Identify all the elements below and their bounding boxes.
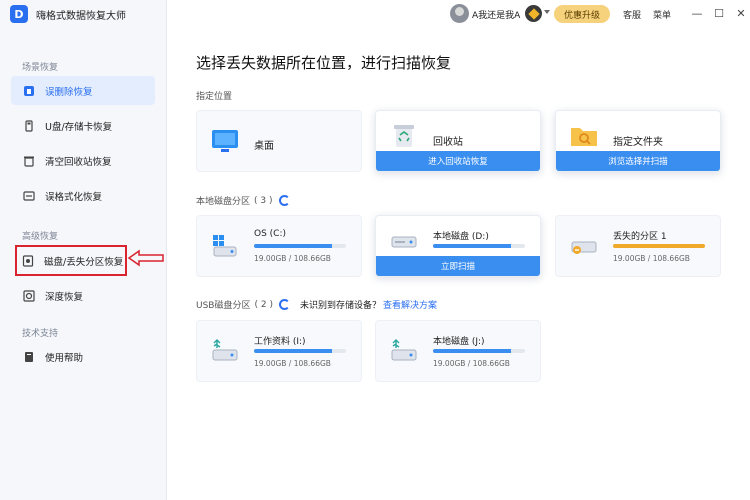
deep-scan-icon <box>23 289 35 302</box>
sidebar-item-partition-recovery[interactable]: 磁盘/丢失分区恢复 <box>15 245 127 276</box>
section-label-locations: 指定位置 <box>196 89 232 102</box>
disk-name: OS (C:) <box>254 229 286 239</box>
disk-usage-fill <box>254 244 333 248</box>
sidebar-item-label: 误格式化恢复 <box>45 191 103 203</box>
format-disk-icon <box>23 190 35 201</box>
location-card-desktop[interactable]: 桌面 <box>196 110 362 172</box>
disk-usage-fill <box>433 349 512 353</box>
minimize-button[interactable]: — <box>689 5 705 21</box>
disk-size: 19.00GB / 108.66GB <box>613 254 690 263</box>
lost-partition-icon <box>571 241 597 254</box>
disk-card-d[interactable]: 本地磁盘 (D:) 立即扫描 <box>375 215 541 277</box>
service-link[interactable]: 客服 <box>623 8 641 21</box>
group-label-advanced: 高级恢复 <box>22 232 59 242</box>
disk-usage-fill <box>254 349 333 353</box>
app-header: D 嗨格式数据恢复大师 <box>10 5 126 23</box>
section-label-local-disks: 本地磁盘分区 ( 3 ) <box>196 194 290 207</box>
sidebar-item-deep-recovery[interactable]: 深度恢复 <box>11 281 155 310</box>
solution-link[interactable]: 查看解决方案 <box>383 298 437 311</box>
help-book-icon <box>25 351 33 362</box>
app-logo: D <box>10 5 28 23</box>
hard-disk-icon <box>391 236 417 248</box>
section-label-text: USB磁盘分区 <box>196 301 251 311</box>
section-label-usb-disks: USB磁盘分区 ( 2 ) 未识别到存储设备？ 查看解决方案 <box>196 298 437 311</box>
sidebar-item-label: 误删除恢复 <box>45 86 93 98</box>
upgrade-button[interactable]: 优惠升级 <box>554 5 610 23</box>
user-name[interactable]: A我还是我A <box>472 8 520 21</box>
disk-name: 工作资料 (I:) <box>254 337 306 347</box>
refresh-icon[interactable] <box>278 299 290 310</box>
desktop-icon <box>212 130 238 152</box>
page-title: 选择丢失数据所在位置，进行扫描恢复 <box>196 54 452 72</box>
menu-link[interactable]: 菜单 <box>653 8 671 21</box>
sidebar-item-label: 清空回收站恢复 <box>45 156 112 168</box>
disk-name: 本地磁盘 (J:) <box>433 337 485 347</box>
disk-size: 19.00GB / 108.66GB <box>433 359 510 368</box>
location-card-recycle-bin[interactable]: 回收站 进入回收站恢复 <box>375 110 541 172</box>
folder-search-icon <box>571 128 597 146</box>
disk-card-j[interactable]: 本地磁盘 (J:) 19.00GB / 108.66GB <box>375 320 541 382</box>
refresh-icon[interactable] <box>278 195 290 206</box>
sidebar-item-label: 深度恢复 <box>45 291 84 303</box>
disk-usage-bar <box>254 349 346 353</box>
location-card-folder[interactable]: 指定文件夹 浏览选择并扫描 <box>555 110 721 172</box>
avatar[interactable] <box>450 4 469 23</box>
recycle-bin-icon <box>24 156 34 167</box>
disk-usage-bar <box>433 244 525 248</box>
close-button[interactable]: ✕ <box>733 5 749 21</box>
group-label-scene: 场景恢复 <box>22 63 59 73</box>
location-name: 指定文件夹 <box>613 137 663 148</box>
section-count: ( 3 ) <box>254 195 273 206</box>
group-label-support: 技术支持 <box>22 329 59 339</box>
recycle-bin-icon <box>394 125 414 147</box>
maximize-button[interactable]: ☐ <box>711 5 727 21</box>
disk-card-lost-partition[interactable]: 丢失的分区 1 19.00GB / 108.66GB <box>555 215 721 277</box>
sidebar-item-label: 使用帮助 <box>45 352 84 364</box>
sidebar-item-deleted-recovery[interactable]: 误删除恢复 <box>11 76 155 105</box>
chevron-down-icon[interactable] <box>544 10 550 14</box>
disk-card-i[interactable]: 工作资料 (I:) 19.00GB / 108.66GB <box>196 320 362 382</box>
trash-recover-icon <box>24 85 34 96</box>
sidebar-item-label: 磁盘/丢失分区恢复 <box>44 256 124 268</box>
section-label-text: 指定位置 <box>196 92 233 102</box>
sidebar-item-recycle-recovery[interactable]: 清空回收站恢复 <box>11 146 155 175</box>
browse-folder-button[interactable]: 浏览选择并扫描 <box>556 151 720 171</box>
disk-usage-bar <box>254 244 346 248</box>
disk-usage-bar <box>433 349 525 353</box>
disk-name: 丢失的分区 1 <box>613 232 667 242</box>
usb-disk-icon <box>212 339 238 361</box>
usb-drive-icon <box>25 119 33 132</box>
red-arrow-annotation <box>127 249 164 267</box>
windows-disk-icon <box>213 235 237 257</box>
disk-usage-fill <box>613 244 705 248</box>
usb-hint-text: 未识别到存储设备？ <box>299 301 381 311</box>
disk-usage-bar <box>613 244 705 248</box>
sidebar-item-usb-recovery[interactable]: U盘/存储卡恢复 <box>11 111 155 140</box>
location-name: 回收站 <box>433 137 463 148</box>
app-title: 嗨格式数据恢复大师 <box>36 10 126 22</box>
sidebar-item-label: U盘/存储卡恢复 <box>45 121 113 133</box>
vip-badge-icon[interactable] <box>525 5 542 22</box>
enter-recycle-bin-button[interactable]: 进入回收站恢复 <box>376 151 540 171</box>
disk-card-c[interactable]: OS (C:) 19.00GB / 108.66GB <box>196 215 362 277</box>
disk-usage-fill <box>433 244 512 248</box>
section-count: ( 2 ) <box>254 299 273 310</box>
usb-disk-icon <box>391 339 417 361</box>
disk-partition-icon <box>22 254 34 267</box>
disk-size: 19.00GB / 108.66GB <box>254 254 331 263</box>
topbar: A我还是我A 优惠升级 客服 菜单 — ☐ ✕ <box>167 0 750 28</box>
sidebar-item-help[interactable]: 使用帮助 <box>11 342 155 371</box>
location-name: 桌面 <box>254 141 274 152</box>
disk-size: 19.00GB / 108.66GB <box>254 359 331 368</box>
sidebar-item-format-recovery[interactable]: 误格式化恢复 <box>11 181 155 210</box>
disk-name: 本地磁盘 (D:) <box>433 232 489 242</box>
scan-now-button[interactable]: 立即扫描 <box>376 256 540 276</box>
section-label-text: 本地磁盘分区 <box>196 197 251 207</box>
